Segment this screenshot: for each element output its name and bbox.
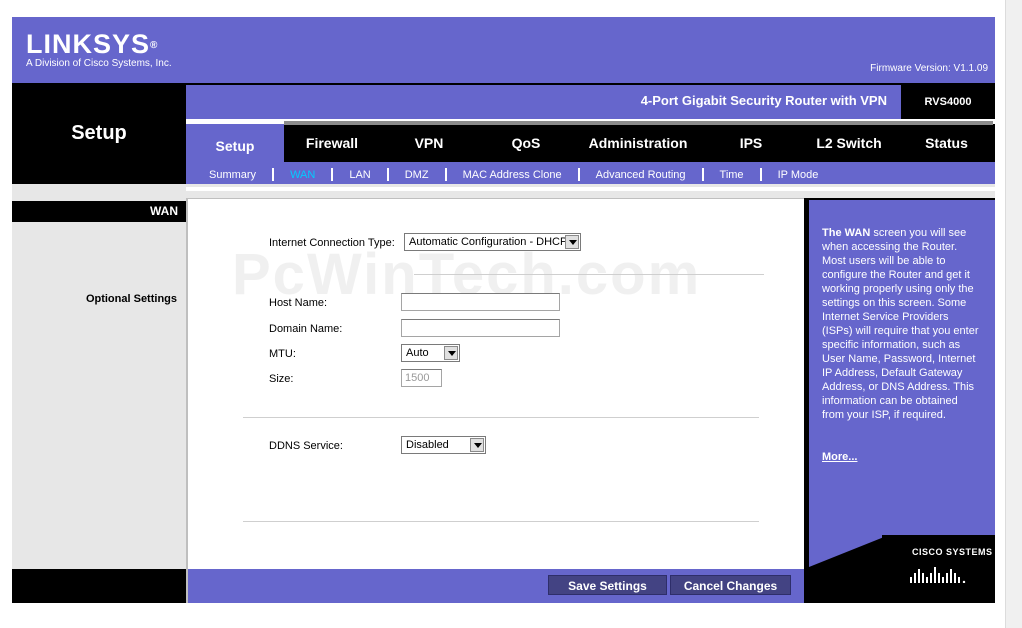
domain-name-field[interactable] <box>401 319 560 337</box>
linksys-logo: LINKSYS® A Division of Cisco Systems, In… <box>26 29 172 70</box>
tab-setup[interactable]: Setup <box>186 124 284 162</box>
router-admin-page: LINKSYS® A Division of Cisco Systems, In… <box>12 17 995 603</box>
ddns-service-value: Disabled <box>406 439 449 451</box>
more-link[interactable]: More... <box>822 451 857 463</box>
mtu-select[interactable]: Auto <box>401 344 460 362</box>
subtab-wan[interactable]: WAN <box>290 169 315 181</box>
subtab-time[interactable]: Time <box>720 169 744 181</box>
optional-settings-label: Optional Settings <box>85 293 177 305</box>
tab-status[interactable]: Status <box>898 124 995 162</box>
subtab-lan[interactable]: LAN <box>349 169 370 181</box>
brand-name: LINKSYS <box>26 29 151 59</box>
subtab-ip-mode[interactable]: IP Mode <box>778 169 819 181</box>
section-divider <box>414 274 764 275</box>
size-label: Size: <box>269 373 294 385</box>
section-divider <box>243 417 759 418</box>
subtab-separator <box>331 168 334 181</box>
help-text: The WAN screen you will see when accessi… <box>822 226 982 422</box>
subtab-dmz[interactable]: DMZ <box>405 169 429 181</box>
cisco-systems-logo: CISCO SYSTEMS <box>882 535 995 603</box>
connection-type-label: Internet Connection Type: <box>269 237 395 249</box>
cancel-changes-button[interactable]: Cancel Changes <box>670 575 791 595</box>
connection-type-value: Automatic Configuration - DHCP <box>409 236 568 248</box>
registered-mark: ® <box>150 40 159 51</box>
save-settings-button[interactable]: Save Settings <box>548 575 667 595</box>
tab-qos[interactable]: QoS <box>478 124 574 162</box>
subtab-separator <box>577 168 580 181</box>
subtab-separator <box>759 168 762 181</box>
mtu-size-field[interactable]: 1500 <box>401 369 442 387</box>
tab-vpn[interactable]: VPN <box>380 124 478 162</box>
tab-firewall[interactable]: Firewall <box>284 124 380 162</box>
host-name-field[interactable] <box>401 293 560 311</box>
subtab-separator <box>272 168 275 181</box>
host-name-label: Host Name: <box>269 297 328 309</box>
page-heading: WAN <box>12 201 186 222</box>
settings-form: PcWinTech.com Internet Connection Type: … <box>186 198 804 569</box>
tab-l2-switch[interactable]: L2 Switch <box>800 124 898 162</box>
model-number: RVS4000 <box>901 85 995 119</box>
vertical-scrollbar[interactable] <box>1005 0 1022 628</box>
section-title: Setup <box>71 122 127 144</box>
footer-left <box>12 569 186 603</box>
main-tabs: Setup Firewall VPN QoS Administration IP… <box>186 124 995 162</box>
mtu-label: MTU: <box>269 348 296 360</box>
divider <box>186 187 995 191</box>
subtab-separator <box>444 168 447 181</box>
subtab-mac-address-clone[interactable]: MAC Address Clone <box>463 169 562 181</box>
section-divider <box>243 521 759 522</box>
subtab-summary[interactable]: Summary <box>209 169 256 181</box>
mtu-value: Auto <box>406 347 429 359</box>
footer-notch <box>804 537 884 569</box>
brand-subtitle: A Division of Cisco Systems, Inc. <box>26 58 172 69</box>
product-bar: 4-Port Gigabit Security Router with VPN … <box>186 83 995 119</box>
subtab-advanced-routing[interactable]: Advanced Routing <box>596 169 686 181</box>
subtab-separator <box>386 168 389 181</box>
subtab-separator <box>701 168 704 181</box>
chevron-down-icon <box>565 235 579 249</box>
help-body: screen you will see when accessing the R… <box>822 227 979 421</box>
help-lead: The WAN <box>822 227 871 239</box>
chevron-down-icon <box>470 438 484 452</box>
browser-viewport: LINKSYS® A Division of Cisco Systems, In… <box>0 0 1022 628</box>
tab-ips[interactable]: IPS <box>702 124 800 162</box>
cisco-logo-text: CISCO SYSTEMS <box>912 547 993 557</box>
left-column <box>12 198 186 569</box>
chevron-down-icon <box>444 346 458 360</box>
domain-name-label: Domain Name: <box>269 323 343 335</box>
connection-type-select[interactable]: Automatic Configuration - DHCP <box>404 233 581 251</box>
firmware-version: Firmware Version: V1.1.09 <box>870 63 988 74</box>
tab-administration[interactable]: Administration <box>574 124 702 162</box>
header-banner: LINKSYS® A Division of Cisco Systems, In… <box>12 17 995 83</box>
ddns-service-label: DDNS Service: <box>269 440 343 452</box>
product-name: 4-Port Gigabit Security Router with VPN <box>640 93 887 108</box>
cisco-bridge-icon <box>910 567 966 583</box>
tab-divider <box>284 121 993 125</box>
ddns-service-select[interactable]: Disabled <box>401 436 486 454</box>
